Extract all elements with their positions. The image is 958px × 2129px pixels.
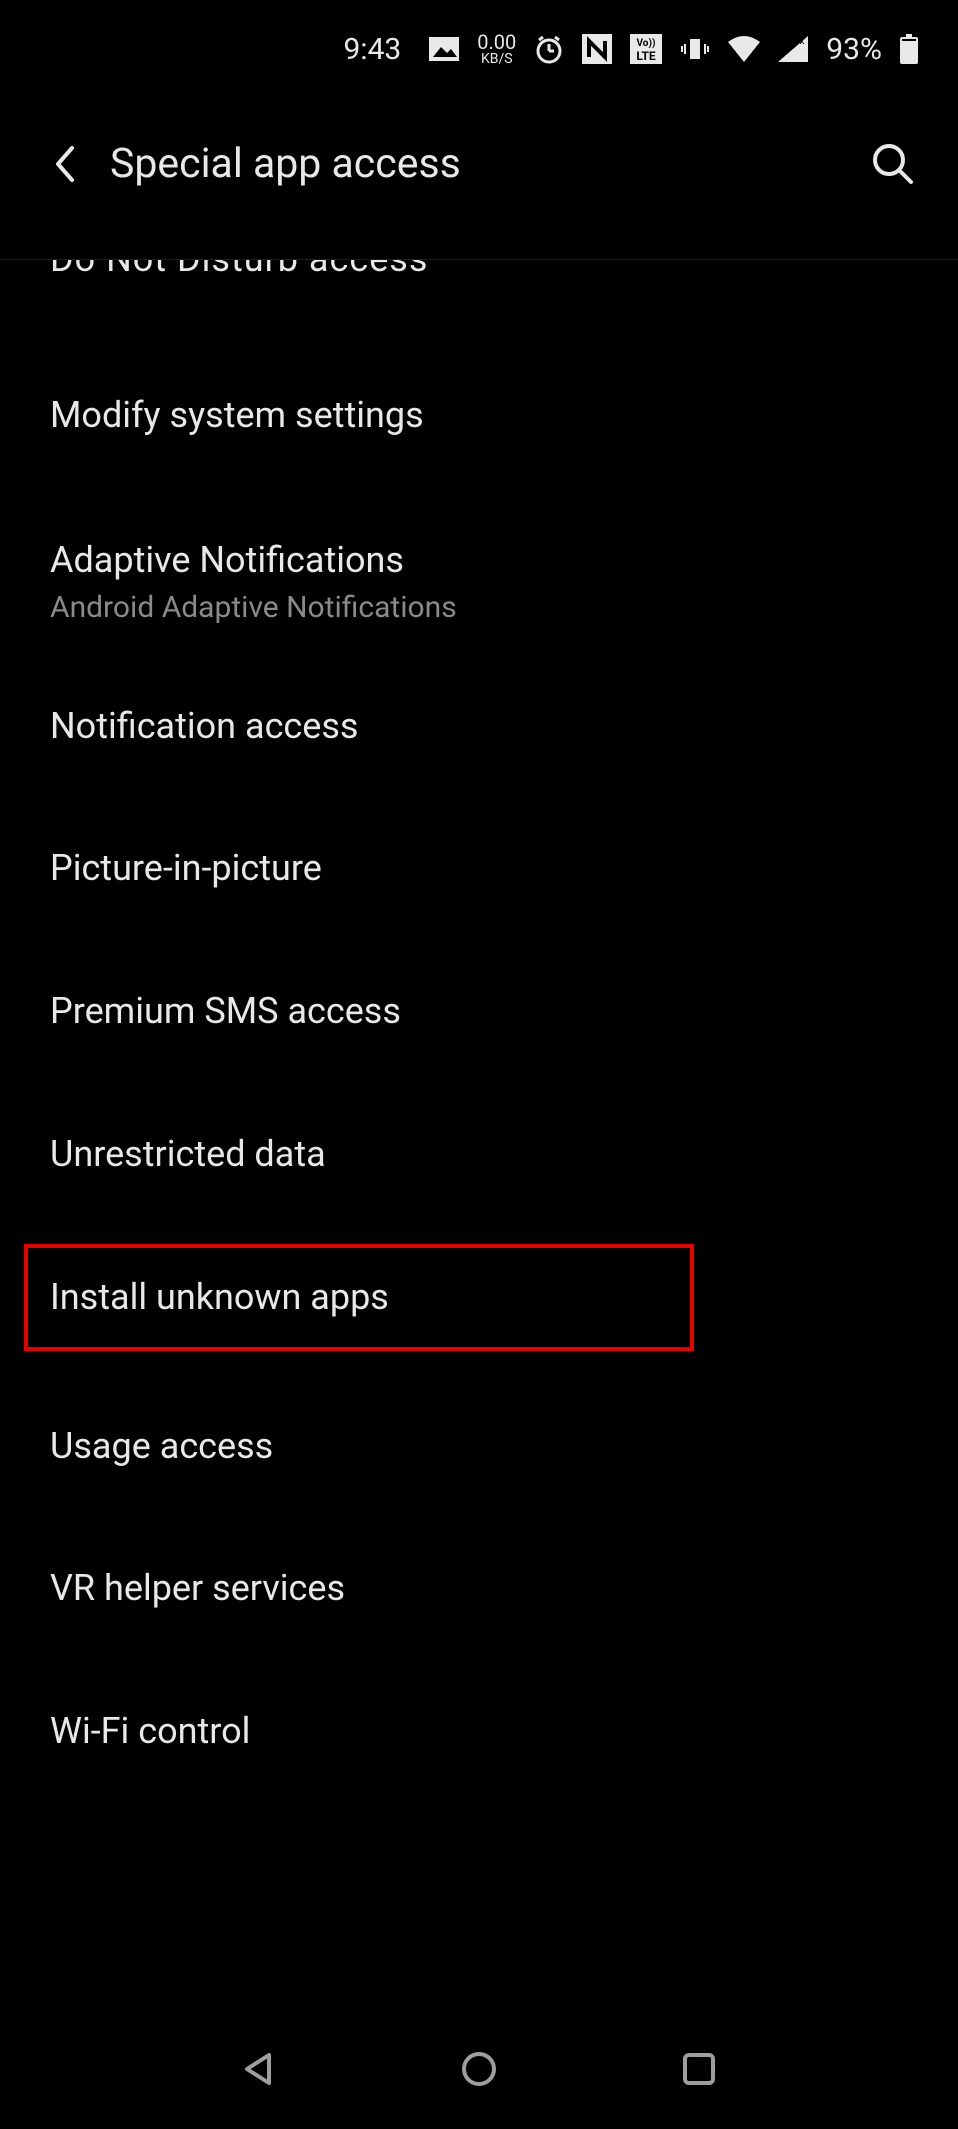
- list-item-title: Unrestricted data: [50, 1131, 908, 1178]
- circle-home-icon: [459, 2049, 499, 2089]
- list-item-picture-in-picture[interactable]: Picture-in-picture: [0, 797, 958, 940]
- nav-back-button[interactable]: [234, 2044, 284, 2094]
- page-title: Special app access: [110, 140, 868, 188]
- svg-text:x: x: [800, 36, 805, 47]
- list-item-title: Usage access: [50, 1423, 908, 1470]
- list-item-subtitle: Android Adaptive Notifications: [50, 590, 908, 625]
- square-recents-icon: [681, 2051, 717, 2087]
- list-item-title: Modify system settings: [50, 392, 908, 439]
- list-item-vr-helper-services[interactable]: VR helper services: [0, 1517, 958, 1660]
- list-item-premium-sms-access[interactable]: Premium SMS access: [0, 940, 958, 1083]
- nav-recents-button[interactable]: [674, 2044, 724, 2094]
- search-icon: [871, 142, 915, 186]
- signal-icon: x: [778, 36, 808, 62]
- list-item-usage-access[interactable]: Usage access: [0, 1375, 958, 1518]
- list-item-adaptive-notifications[interactable]: Adaptive Notifications Android Adaptive …: [0, 487, 958, 655]
- list-item-title: Picture-in-picture: [50, 845, 908, 892]
- network-speed: 0.00 KB/S: [477, 32, 516, 66]
- list-item-title: VR helper services: [50, 1565, 908, 1612]
- app-bar: Special app access: [0, 80, 958, 260]
- wifi-icon: [728, 36, 760, 62]
- status-time: 9:43: [343, 32, 401, 67]
- list-item-notification-access[interactable]: Notification access: [0, 655, 958, 798]
- alarm-icon: [534, 34, 564, 64]
- battery-icon: [900, 34, 918, 64]
- nfc-icon: [582, 34, 612, 64]
- navigation-bar: [0, 2009, 958, 2129]
- list-item-do-not-disturb[interactable]: Do Not Disturb access: [0, 260, 958, 302]
- list-item-modify-system-settings[interactable]: Modify system settings: [0, 302, 958, 487]
- search-button[interactable]: [868, 139, 918, 189]
- list-item-title: Install unknown apps: [50, 1274, 908, 1321]
- list-item-unrestricted-data[interactable]: Unrestricted data: [0, 1083, 958, 1226]
- nav-home-button[interactable]: [454, 2044, 504, 2094]
- back-button[interactable]: [40, 139, 90, 189]
- vibrate-icon: [680, 34, 710, 64]
- list-item-title: Premium SMS access: [50, 988, 908, 1035]
- list-item-title: Wi-Fi control: [50, 1708, 908, 1755]
- settings-list: Do Not Disturb access Modify system sett…: [0, 260, 958, 1803]
- status-bar: 9:43 0.00 KB/S Vo))LTE x 93%: [0, 0, 958, 80]
- list-item-title: Notification access: [50, 703, 908, 750]
- picture-icon: [429, 37, 459, 61]
- svg-text:Vo)): Vo)): [637, 37, 656, 49]
- volte-icon: Vo))LTE: [630, 34, 662, 64]
- list-item-title: Adaptive Notifications: [50, 537, 908, 584]
- triangle-back-icon: [239, 2049, 279, 2089]
- battery-percent: 93%: [826, 32, 882, 67]
- list-item-wifi-control[interactable]: Wi-Fi control: [0, 1660, 958, 1803]
- list-item-install-unknown-apps[interactable]: Install unknown apps: [0, 1244, 958, 1351]
- chevron-left-icon: [52, 144, 78, 184]
- svg-text:LTE: LTE: [637, 49, 657, 63]
- list-item-title: Do Not Disturb access: [50, 260, 428, 280]
